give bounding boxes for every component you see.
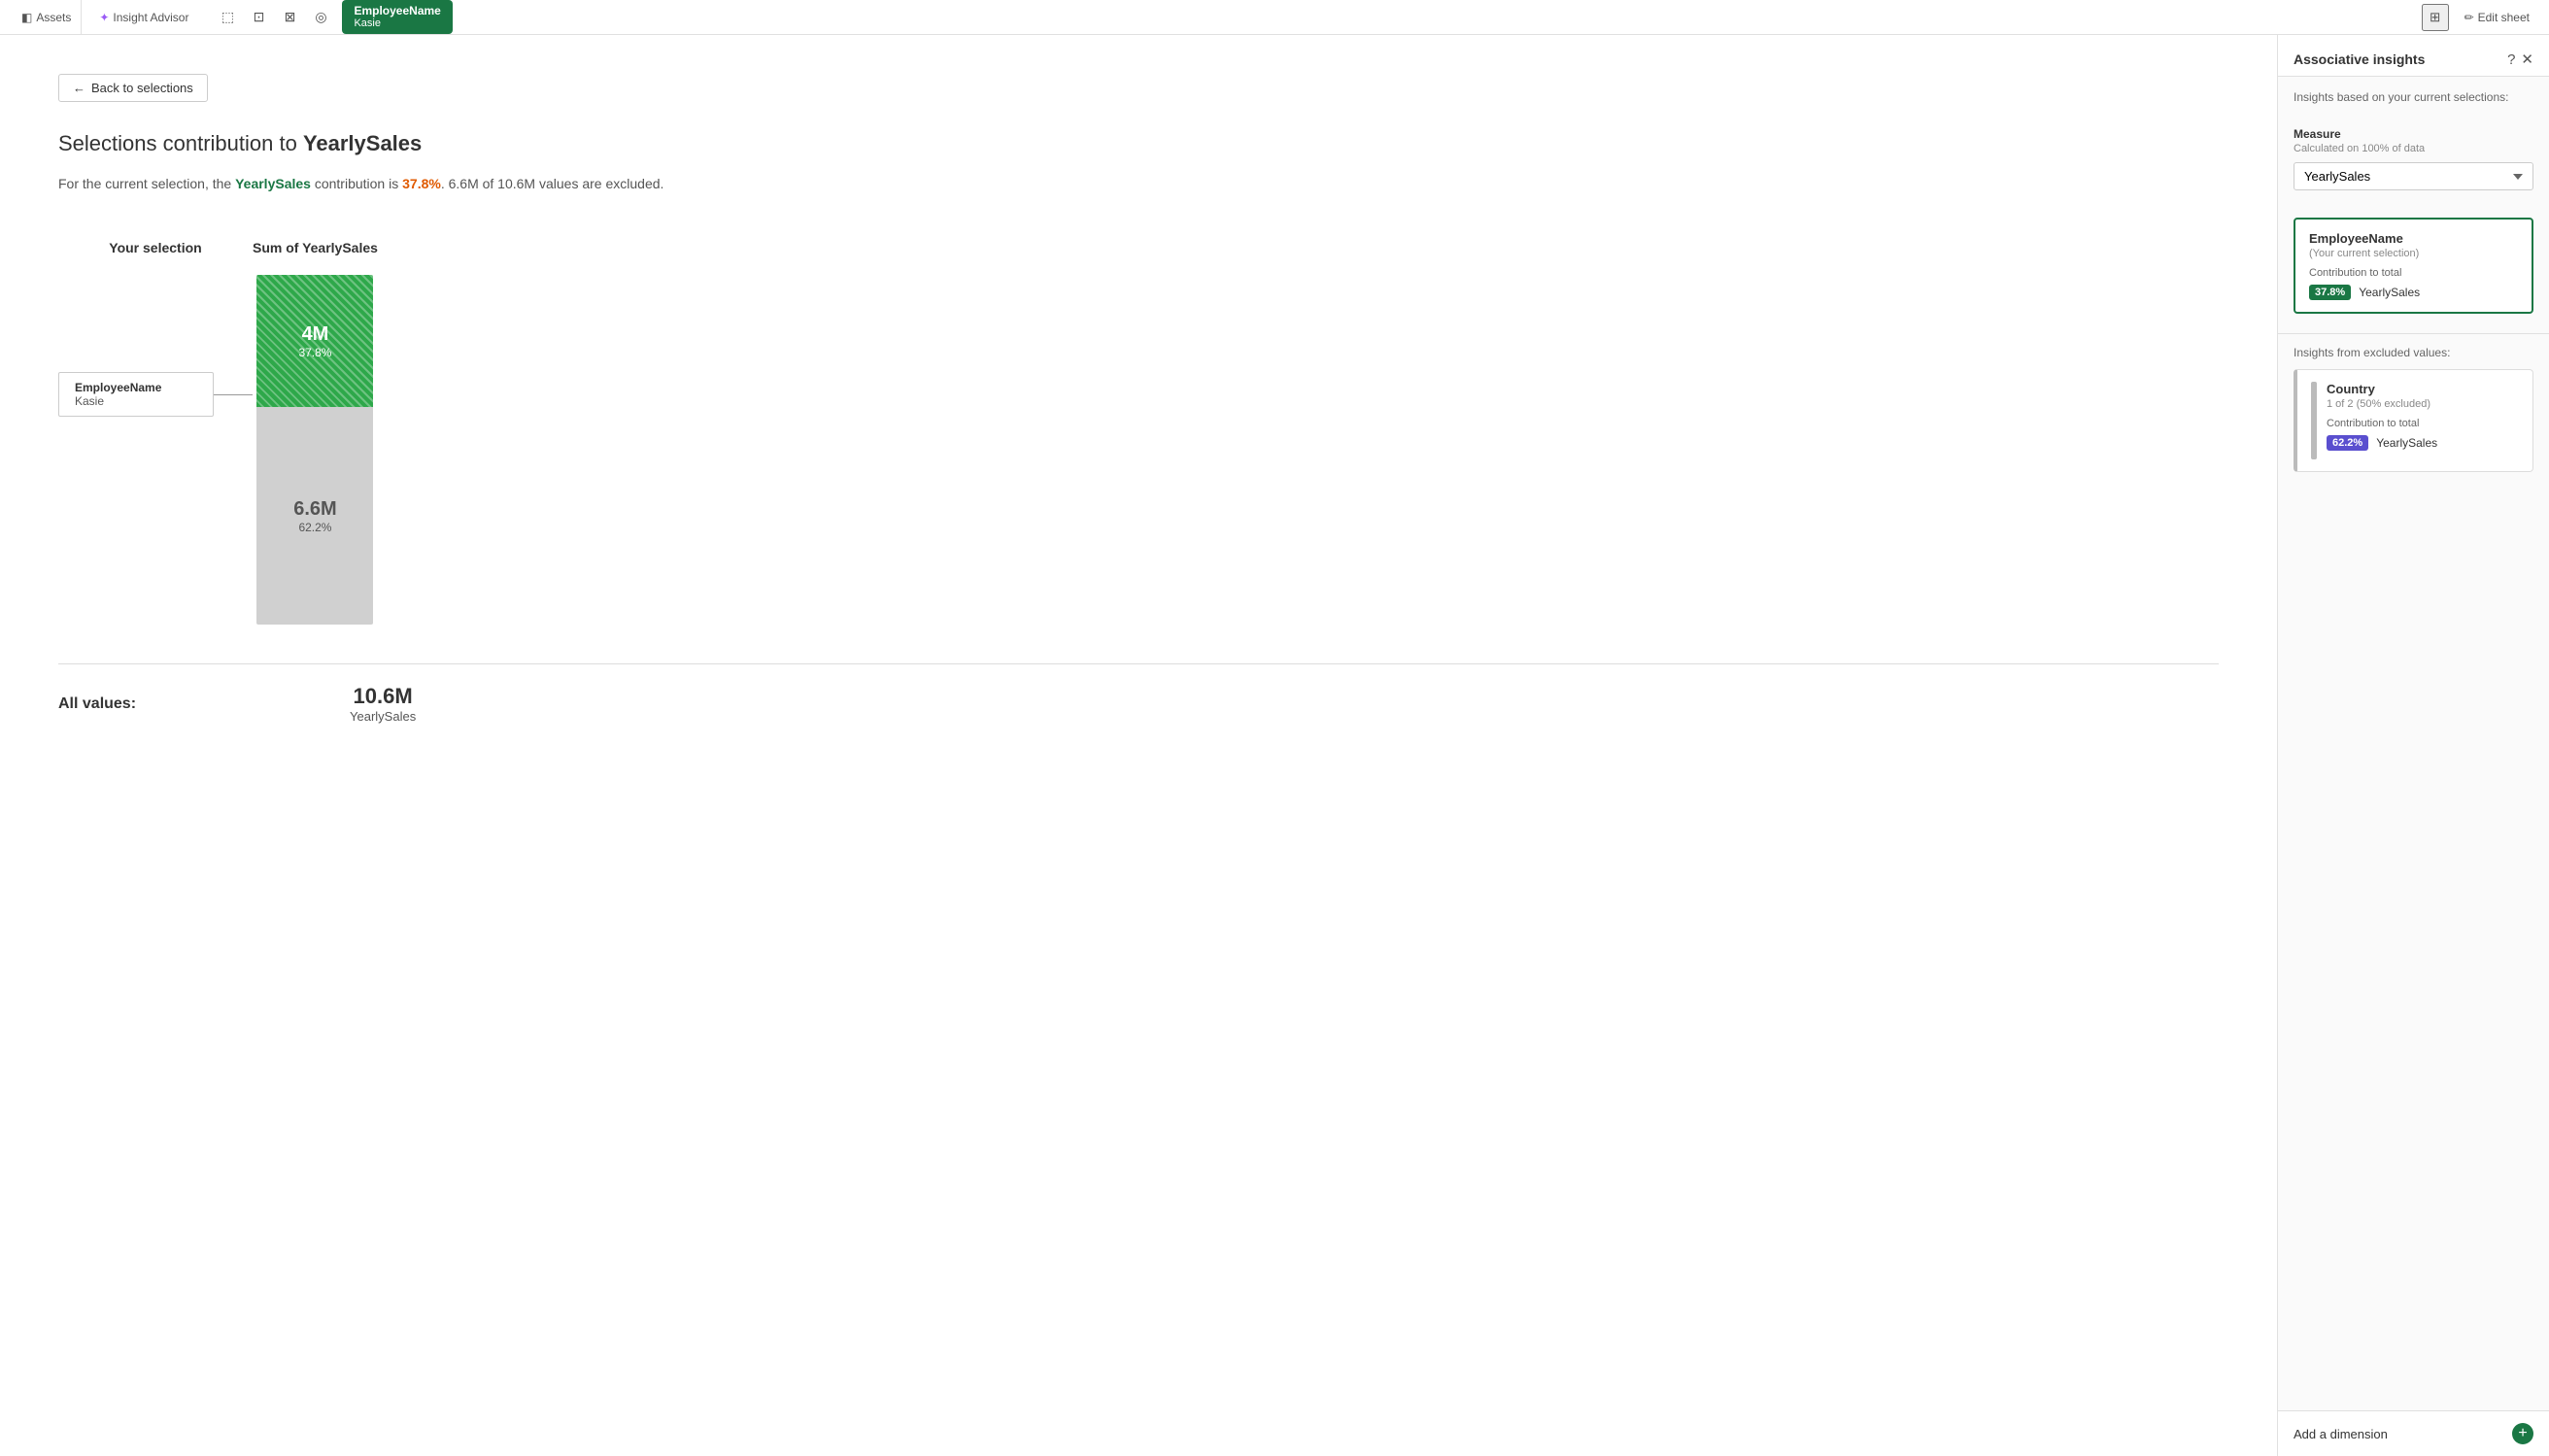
pencil-icon: ✏ <box>2464 11 2474 24</box>
employee-card-subtitle: (Your current selection) <box>2309 248 2518 259</box>
bar-container: 4M 37.8% 6.6M 62.2% <box>256 275 373 625</box>
bar-gray-pct: 62.2% <box>298 521 331 534</box>
excluded-section: Insights from excluded values: Country 1… <box>2278 338 2549 497</box>
connector <box>214 394 253 395</box>
selection-box: EmployeeName Kasie <box>58 372 214 417</box>
select-tool-btn[interactable]: ⬚ <box>214 4 241 31</box>
insight-label: Insight Advisor <box>113 11 188 24</box>
panel-measure-label: Measure <box>2294 127 2533 141</box>
all-values-section: All values: 10.6M YearlySales <box>58 663 2219 724</box>
subtitle-prefix: For the current selection, the <box>58 176 235 191</box>
subtitle-pct: 37.8% <box>402 176 441 191</box>
topbar: ◧ Assets ✦ Insight Advisor ⬚ ⊡ ⊠ ◎ Emplo… <box>0 0 2549 35</box>
content-area: ← Back to selections Selections contribu… <box>0 35 2277 1456</box>
edit-sheet-btn[interactable]: ✏ Edit sheet <box>2457 7 2537 28</box>
tab-title: EmployeeName <box>354 4 440 17</box>
title-prefix: Selections contribution to <box>58 131 303 155</box>
excluded-title: Insights from excluded values: <box>2294 346 2533 359</box>
chart-right: Sum of YearlySales 4M 37.8% 6.6M 62.2% <box>253 240 378 625</box>
employee-card-title: EmployeeName <box>2309 231 2518 246</box>
all-values-label: All values: <box>58 695 136 713</box>
selection-value: Kasie <box>75 394 197 408</box>
panel-employee-card-section: EmployeeName (Your current selection) Co… <box>2278 204 2549 329</box>
lasso-tool-btn[interactable]: ⊡ <box>245 4 272 31</box>
subtitle-suffix: . 6.6M of 10.6M values are excluded. <box>441 176 664 191</box>
assets-tab[interactable]: ◧ Assets <box>12 0 82 34</box>
all-values-num: 10.6M <box>350 684 416 709</box>
all-values-sub: YearlySales <box>350 709 416 724</box>
panel-measure-section: Measure Calculated on 100% of data Yearl… <box>2278 127 2549 204</box>
country-badge: 62.2% <box>2327 435 2368 451</box>
country-contrib-label: Contribution to total <box>2327 418 2519 429</box>
topbar-right: ⊞ ✏ Edit sheet <box>2422 4 2537 31</box>
panel-close-btn[interactable]: ✕ <box>2521 51 2533 68</box>
tab-sub: Kasie <box>354 17 440 30</box>
insight-icon: ✦ <box>99 11 109 24</box>
panel-header: Associative insights ? ✕ <box>2278 35 2549 77</box>
bar-green-value: 4M <box>302 323 329 346</box>
panel-header-icons: ? ✕ <box>2507 51 2533 68</box>
country-card: Country 1 of 2 (50% excluded) Contributi… <box>2294 369 2533 472</box>
circle-tool-btn[interactable]: ◎ <box>307 4 334 31</box>
country-card-subtitle: 1 of 2 (50% excluded) <box>2327 398 2519 410</box>
bar-gray-value: 6.6M <box>293 498 336 521</box>
title-measure: YearlySales <box>303 131 422 155</box>
insight-advisor-tab[interactable]: ✦ Insight Advisor <box>89 0 198 34</box>
country-badge-label: YearlySales <box>2376 436 2437 450</box>
bar-gray: 6.6M 62.2% <box>256 407 373 625</box>
subtitle-middle: contribution is <box>311 176 402 191</box>
assets-label: Assets <box>36 11 71 24</box>
country-contrib-row: 62.2% YearlySales <box>2327 435 2519 451</box>
back-to-selections-btn[interactable]: ← Back to selections <box>58 74 208 102</box>
edit-sheet-label: Edit sheet <box>2478 11 2530 24</box>
panel-help-btn[interactable]: ? <box>2507 51 2515 68</box>
employee-contrib-row: 37.8% YearlySales <box>2309 285 2518 300</box>
add-dimension-row[interactable]: Add a dimension + <box>2278 1410 2549 1456</box>
chart-right-label: Sum of YearlySales <box>253 240 378 255</box>
chart-section: Your selection EmployeeName Kasie Sum of… <box>58 240 2219 625</box>
employee-badge-label: YearlySales <box>2359 286 2420 299</box>
add-dimension-label: Add a dimension <box>2294 1427 2388 1441</box>
panel-measure-sub: Calculated on 100% of data <box>2294 143 2533 154</box>
employee-badge: 37.8% <box>2309 285 2351 300</box>
chart-left-label: Your selection <box>109 240 201 255</box>
add-dimension-btn[interactable]: + <box>2512 1423 2533 1444</box>
page-title: Selections contribution to YearlySales <box>58 131 2219 156</box>
employee-contrib-label: Contribution to total <box>2309 267 2518 279</box>
country-card-title: Country <box>2327 382 2519 396</box>
back-btn-label: Back to selections <box>91 81 193 95</box>
selection-field: EmployeeName <box>75 381 197 394</box>
bar-green: 4M 37.8% <box>256 275 373 407</box>
subtitle: For the current selection, the YearlySal… <box>58 176 2219 191</box>
measure-select[interactable]: YearlySales <box>2294 162 2533 190</box>
toolbar-icons: ⬚ ⊡ ⊠ ◎ <box>214 4 334 31</box>
bar-green-pct: 37.8% <box>298 346 331 359</box>
main-layout: ← Back to selections Selections contribu… <box>0 35 2549 1456</box>
range-tool-btn[interactable]: ⊠ <box>276 4 303 31</box>
all-values-data: 10.6M YearlySales <box>350 684 416 724</box>
subtitle-measure: YearlySales <box>235 176 311 191</box>
panel-insights-subtitle-section: Insights based on your current selection… <box>2278 77 2549 127</box>
assets-icon: ◧ <box>21 11 32 24</box>
panel-divider <box>2278 333 2549 334</box>
back-arrow-icon: ← <box>73 81 85 95</box>
panel-title: Associative insights <box>2294 51 2425 67</box>
right-panel: Associative insights ? ✕ Insights based … <box>2277 35 2549 1456</box>
employee-tab[interactable]: EmployeeName Kasie <box>342 0 452 34</box>
grid-view-btn[interactable]: ⊞ <box>2422 4 2449 31</box>
panel-insights-subtitle: Insights based on your current selection… <box>2294 90 2533 104</box>
employee-card: EmployeeName (Your current selection) Co… <box>2294 218 2533 314</box>
